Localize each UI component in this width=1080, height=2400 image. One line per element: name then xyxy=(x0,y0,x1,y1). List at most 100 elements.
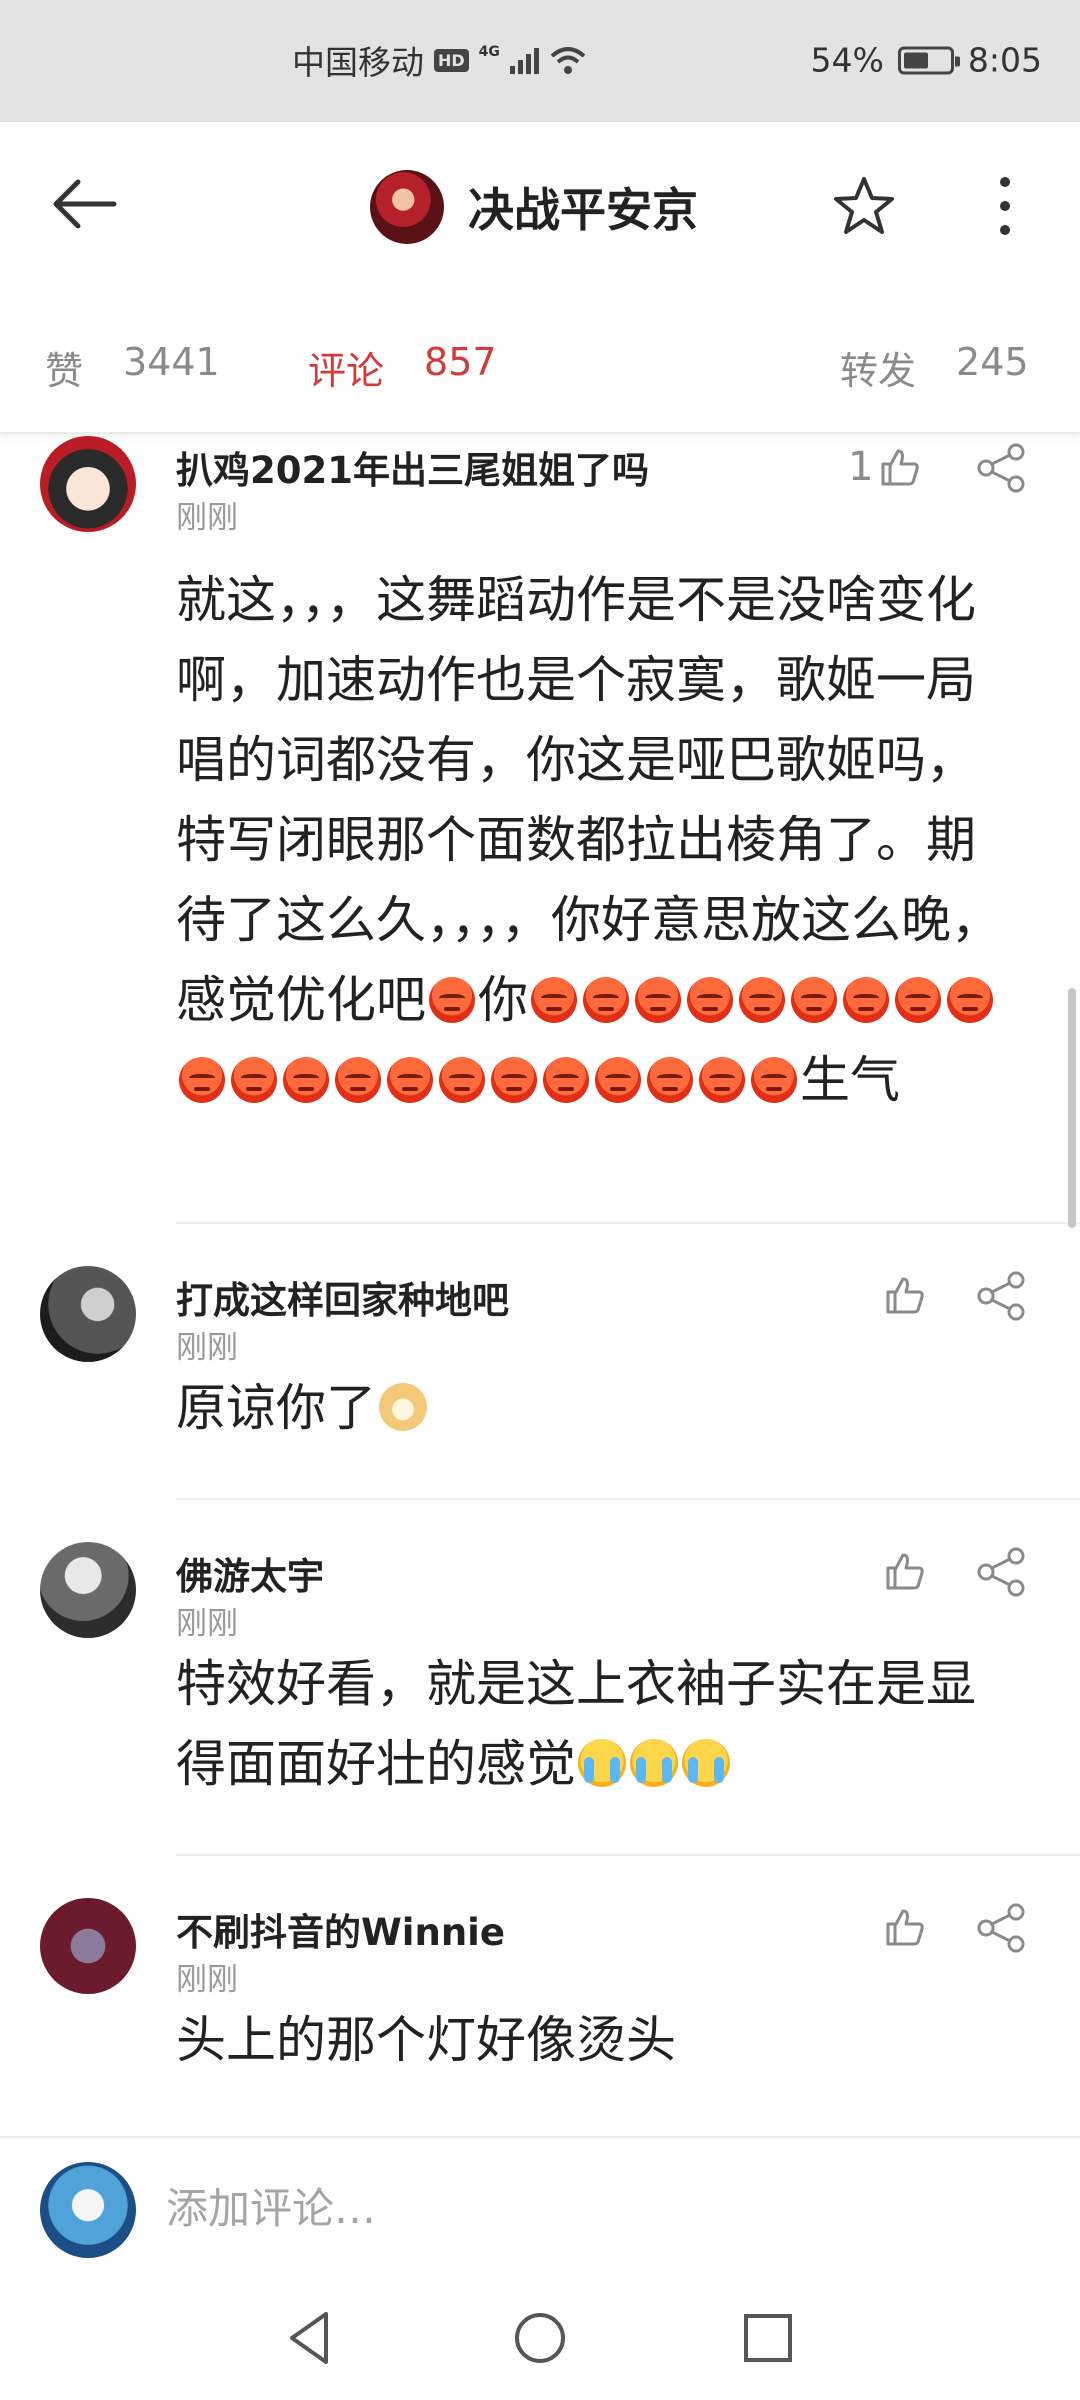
comment-text: 原谅你了 xyxy=(176,1368,1016,1448)
comment-time: 刚刚 xyxy=(176,500,238,536)
avatar[interactable] xyxy=(40,1898,136,1994)
angry-emoji-icon xyxy=(687,977,733,1023)
angry-emoji-icon xyxy=(231,1057,277,1103)
angry-emoji-icon xyxy=(179,1057,225,1103)
back-arrow-icon[interactable] xyxy=(48,174,120,234)
comment-text: 特效好看，就是这上衣袖子实在是显得面面好壮的感觉 xyxy=(176,1644,1016,1804)
crying-emoji-icon xyxy=(630,1739,678,1787)
comment-text-end: 生气 xyxy=(800,1051,900,1109)
avatar[interactable] xyxy=(40,436,136,532)
like-button[interactable] xyxy=(884,1270,926,1320)
angry-emoji-icon xyxy=(647,1057,693,1103)
scrollbar[interactable] xyxy=(1068,988,1076,1228)
share-icon[interactable] xyxy=(976,1546,1028,1598)
crying-emoji-icon xyxy=(578,1739,626,1787)
comment-text-main: 特效好看，就是这上衣袖子实在是显得面面好壮的感觉 xyxy=(176,1655,976,1793)
divider xyxy=(176,1222,1080,1224)
angry-emoji-icon xyxy=(283,1057,329,1103)
divider xyxy=(176,1854,1080,1856)
crying-emoji-icon xyxy=(682,1739,730,1787)
comment-text-main: 原谅你了 xyxy=(176,1379,376,1437)
comment-input-bar xyxy=(0,2136,1080,2276)
angry-emoji-icon xyxy=(595,1057,641,1103)
angry-emoji-icon xyxy=(635,977,681,1023)
tab-forwards[interactable]: 转发 245 xyxy=(840,340,1029,395)
angry-emoji-icon xyxy=(491,1057,537,1103)
thumbs-up-icon xyxy=(886,1553,924,1590)
comment-input[interactable] xyxy=(166,2176,1026,2240)
share-icon[interactable] xyxy=(976,1902,1028,1954)
angry-emoji-icon xyxy=(531,977,577,1023)
angry-emoji-icon xyxy=(739,977,785,1023)
tab-likes[interactable]: 赞 3441 xyxy=(45,340,220,395)
my-avatar xyxy=(40,2162,136,2258)
comment-author[interactable]: 佛游太宇 xyxy=(176,1546,324,1600)
thumbs-up-icon xyxy=(886,1909,924,1946)
likes-label: 赞 xyxy=(45,349,84,393)
share-icon[interactable] xyxy=(976,1270,1028,1322)
system-nav-bar xyxy=(0,2276,1080,2400)
comment-author[interactable]: 打成这样回家种地吧 xyxy=(176,1270,509,1324)
comments-label: 评论 xyxy=(308,349,385,393)
forwards-count: 245 xyxy=(956,340,1029,384)
hd-badge: HD xyxy=(434,48,469,72)
stats-bar: 赞 3441 评论 857 转发 245 xyxy=(0,292,1080,434)
status-bar: 中国移动 HD 4G 54% 8:05 xyxy=(0,0,1080,122)
like-button[interactable] xyxy=(884,1902,926,1952)
battery-fill xyxy=(903,52,928,68)
comment-time: 刚刚 xyxy=(176,1330,238,1366)
thumbs-up-icon xyxy=(886,1277,924,1314)
tab-comments[interactable]: 评论 857 xyxy=(308,340,497,395)
angry-emoji-icon xyxy=(791,977,837,1023)
angry-emoji-icon xyxy=(947,977,993,1023)
clock: 8:05 xyxy=(967,40,1042,80)
comment-text-main: 头上的那个灯好像烫头 xyxy=(176,2011,676,2069)
group-title-wrap[interactable]: 决战平安京 xyxy=(370,170,698,244)
angry-emoji-icon xyxy=(543,1057,589,1103)
wifi-icon xyxy=(550,47,586,74)
angry-emoji-icon xyxy=(429,977,475,1023)
comment-time: 刚刚 xyxy=(176,1962,238,1998)
comment-time: 刚刚 xyxy=(176,1606,238,1642)
recents-square-icon[interactable] xyxy=(730,2300,806,2376)
likes-count: 3441 xyxy=(123,340,220,384)
like-button[interactable]: 1 xyxy=(848,442,921,492)
like-button[interactable] xyxy=(884,1546,926,1596)
home-circle-icon[interactable] xyxy=(502,2300,578,2376)
page-title: 决战平安京 xyxy=(468,183,698,237)
more-vertical-icon[interactable] xyxy=(990,172,1020,240)
back-triangle-icon[interactable] xyxy=(272,2300,348,2376)
like-count: 1 xyxy=(848,444,874,490)
angry-emoji-icon xyxy=(335,1057,381,1103)
angry-emoji-icon xyxy=(895,977,941,1023)
thumbs-up-icon xyxy=(881,449,920,486)
angry-emoji-icon xyxy=(439,1057,485,1103)
share-icon[interactable] xyxy=(976,442,1028,494)
comment-author[interactable]: 扒鸡2021年出三尾姐姐了吗 xyxy=(176,440,649,494)
angry-emoji-icon xyxy=(751,1057,797,1103)
avatar[interactable] xyxy=(40,1542,136,1638)
star-icon[interactable] xyxy=(832,174,896,238)
battery-percent: 54% xyxy=(810,40,884,80)
comment-text-main: 就这，，，这舞蹈动作是不是没啥变化啊，加速动作也是个寂寞，歌姬一局唱的词都没有，… xyxy=(176,571,1001,1029)
signal-icon xyxy=(509,46,539,74)
comments-count: 857 xyxy=(424,340,497,384)
angry-emoji-icon xyxy=(699,1057,745,1103)
divider xyxy=(176,1498,1080,1500)
battery-icon xyxy=(897,46,960,74)
angry-emoji-icon xyxy=(843,977,889,1023)
comment-text: 头上的那个灯好像烫头 xyxy=(176,2000,1016,2080)
comment-text-mid: 你 xyxy=(478,971,528,1029)
carrier-name: 中国移动 xyxy=(292,43,424,82)
carrier-group: 中国移动 HD 4G xyxy=(292,36,587,84)
doge-emoji-icon xyxy=(379,1383,427,1431)
emoji-run xyxy=(426,971,478,1029)
comment-author[interactable]: 不刷抖音的Winnie xyxy=(176,1902,505,1956)
network-type: 4G xyxy=(478,44,500,60)
angry-emoji-icon xyxy=(583,977,629,1023)
comment-text: 就这，，，这舞蹈动作是不是没啥变化啊，加速动作也是个寂寞，歌姬一局唱的词都没有，… xyxy=(176,560,1016,1120)
top-app-bar: 决战平安京 xyxy=(0,122,1080,292)
group-avatar xyxy=(370,170,444,244)
status-right: 54% 8:05 xyxy=(811,41,1042,80)
avatar[interactable] xyxy=(40,1266,136,1362)
